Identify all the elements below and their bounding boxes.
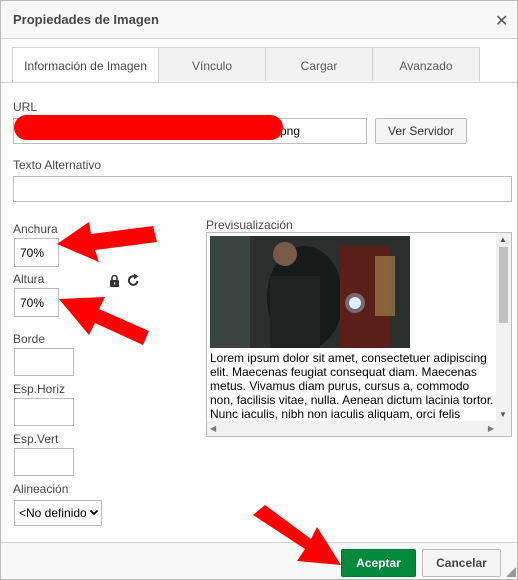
scroll-left-icon[interactable]: ◀: [210, 424, 216, 433]
lock-icon[interactable]: [109, 274, 120, 290]
browse-server-button[interactable]: Ver Servidor: [375, 118, 467, 144]
chevron-down-icon: [87, 501, 99, 525]
image-properties-dialog: Propiedades de Imagen ✕ Información de I…: [0, 0, 518, 580]
scroll-up-icon[interactable]: ▲: [499, 235, 507, 244]
tab-advanced[interactable]: Avanzado: [372, 47, 480, 81]
tab-label: Cargar: [300, 59, 338, 73]
vspace-label: Esp.Vert: [13, 432, 59, 446]
tab-divider: [1, 82, 517, 83]
height-input[interactable]: [14, 288, 59, 317]
tab-label: Vínculo: [191, 59, 233, 73]
scroll-thumb[interactable]: [499, 247, 508, 323]
cancel-button[interactable]: Cancelar: [422, 549, 501, 577]
resize-handle-icon[interactable]: [506, 566, 516, 580]
browse-server-label: Ver Servidor: [387, 124, 455, 138]
dialog-title: Propiedades de Imagen: [13, 12, 159, 27]
hspace-input[interactable]: [14, 398, 74, 426]
ok-button[interactable]: Aceptar: [341, 549, 416, 577]
tab-upload[interactable]: Cargar: [265, 47, 373, 81]
scroll-down-icon[interactable]: ▼: [499, 410, 507, 419]
close-icon[interactable]: ✕: [495, 11, 508, 31]
tab-image-info[interactable]: Información de Imagen: [12, 47, 159, 83]
align-selected-value: <No definido>: [19, 506, 94, 520]
vspace-input[interactable]: [14, 448, 74, 476]
ok-label: Aceptar: [356, 556, 401, 570]
preview-label: Previsualización: [206, 218, 293, 232]
scroll-right-icon[interactable]: ▶: [488, 424, 494, 433]
preview-horizontal-scrollbar[interactable]: ◀ ▶: [207, 421, 511, 436]
border-input[interactable]: [14, 348, 74, 376]
preview-panel[interactable]: Lorem ipsum dolor sit amet, consectetuer…: [206, 232, 512, 437]
width-label: Anchura: [13, 222, 58, 236]
preview-image: [210, 236, 410, 350]
redaction-mark: [14, 115, 283, 140]
hspace-label: Esp.Horiz: [13, 382, 66, 396]
tab-label: Información de Imagen: [24, 59, 147, 73]
annotation-arrow-width: [57, 222, 157, 262]
border-label: Borde: [13, 332, 46, 346]
reset-size-icon[interactable]: [127, 273, 140, 290]
annotation-arrow-ok: [253, 505, 341, 565]
tab-link[interactable]: Vínculo: [158, 47, 266, 81]
annotation-arrow-height: [59, 297, 149, 345]
tab-bar: Información de Imagen Vínculo Cargar Ava…: [1, 47, 517, 83]
align-select[interactable]: <No definido>: [14, 500, 102, 526]
preview-text: Lorem ipsum dolor sit amet, consectetuer…: [210, 351, 494, 421]
align-label: Alineación: [13, 482, 69, 496]
height-label: Altura: [13, 272, 45, 286]
preview-vertical-scrollbar[interactable]: ▲ ▼: [496, 233, 511, 421]
alt-text-label: Texto Alternativo: [13, 158, 102, 172]
url-label: URL: [13, 100, 38, 114]
cancel-label: Cancelar: [436, 556, 487, 570]
dialog-titlebar[interactable]: Propiedades de Imagen ✕: [1, 1, 517, 39]
tab-label: Avanzado: [399, 59, 453, 73]
alt-text-input[interactable]: [13, 176, 512, 202]
